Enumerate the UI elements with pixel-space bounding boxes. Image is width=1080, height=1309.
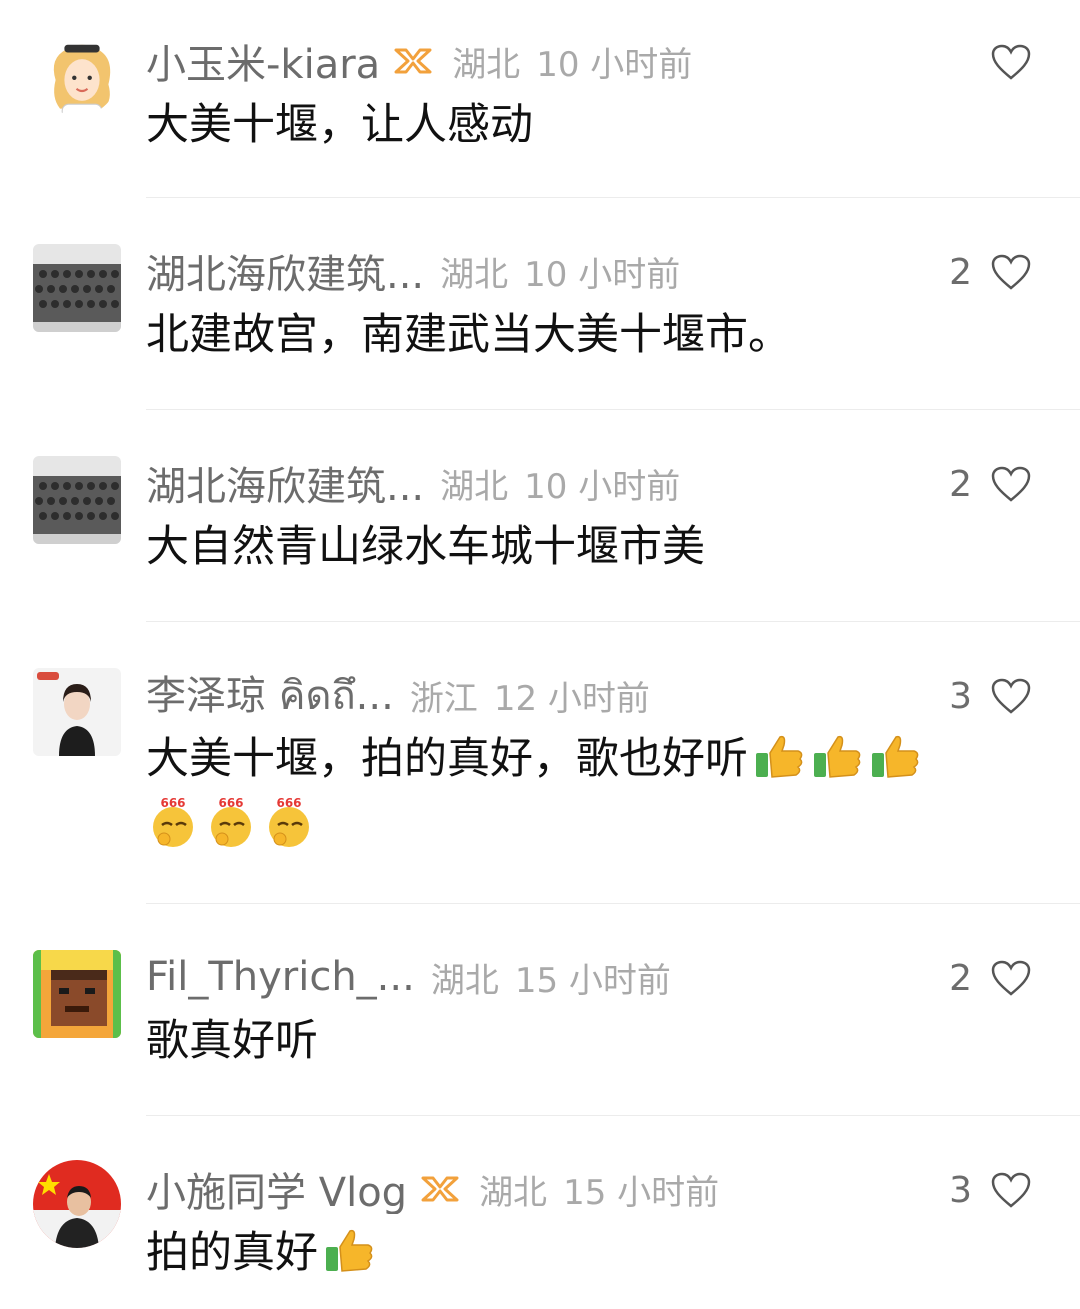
comment-text: 北建故宫，南建武当大美十堰市。 (146, 310, 791, 360)
pixel-art-avatar-icon (33, 950, 121, 1038)
like-count: 3 (949, 1169, 972, 1211)
location: 湖北 (440, 466, 509, 507)
like-count: 2 (949, 957, 972, 999)
666-label: 666 (218, 796, 243, 810)
username[interactable]: 湖北海欣建筑... (146, 458, 424, 508)
comment-meta: 小玉米-kiara 湖北 10 小时前 (146, 36, 930, 86)
like-count: 2 (949, 463, 972, 505)
thumbs-up-emoji (810, 729, 864, 783)
comment-meta: 小施同学 Vlog 湖北 15 小时前 (146, 1164, 930, 1214)
cartoon-girl-avatar-icon (38, 36, 118, 116)
comment-meta: 湖北海欣建筑... 湖北 10 小时前 (146, 246, 930, 296)
username[interactable]: Fil_Thyrich_... (146, 954, 415, 1000)
avatar[interactable] (33, 950, 121, 1038)
thumbs-up-emoji (322, 1223, 376, 1277)
group-photo-avatar-icon (33, 244, 121, 332)
heart-icon[interactable] (990, 677, 1032, 715)
comment-item: 湖北海欣建筑... 湖北 10 小时前 大自然青山绿水车城十堰市美 2 (0, 410, 1080, 622)
portrait-woman-avatar-icon (33, 668, 121, 756)
comment-text-body: 拍的真好 (146, 1228, 318, 1278)
comment-meta: 李泽琼 คิดถึ... 浙江 12 小时前 (146, 670, 930, 720)
like-button[interactable]: 2 (949, 956, 1032, 1000)
comment-item: 李泽琼 คิดถึ... 浙江 12 小时前 大美十堰，拍的真好，歌也好听 66… (0, 622, 1080, 904)
comment-text: 大自然青山绿水车城十堰市美 (146, 522, 705, 572)
comment-item: 小玉米-kiara 湖北 10 小时前 大美十堰，让人感动 (0, 0, 1080, 198)
comment-meta: 湖北海欣建筑... 湖北 10 小时前 (146, 458, 930, 508)
verified-badge-icon (421, 1176, 459, 1202)
666-label: 666 (276, 796, 301, 810)
thumbs-up-emoji (868, 729, 922, 783)
666-label: 666 (160, 796, 185, 810)
heart-icon[interactable] (990, 465, 1032, 503)
username[interactable]: 李泽琼 คิดถึ... (146, 670, 394, 720)
location: 湖北 (452, 44, 521, 85)
man-flag-avatar-icon (33, 1160, 121, 1248)
like-button[interactable]: 3 (949, 1168, 1032, 1212)
avatar[interactable] (33, 1160, 121, 1248)
like-button[interactable]: 2 (949, 462, 1032, 506)
comment-item: 湖北海欣建筑... 湖北 10 小时前 北建故宫，南建武当大美十堰市。 2 (0, 198, 1080, 410)
timestamp: 12 小时前 (493, 678, 650, 719)
comment-text: 歌真好听 (146, 1016, 318, 1066)
comment-meta: Fil_Thyrich_... 湖北 15 小时前 (146, 952, 930, 1002)
location: 湖北 (430, 960, 499, 1001)
verified-badge-icon (394, 48, 432, 74)
comment-item: 小施同学 Vlog 湖北 15 小时前 拍的真好 3 (0, 1116, 1080, 1309)
avatar[interactable] (33, 668, 121, 756)
location: 湖北 (479, 1172, 548, 1213)
666-emoji: 666 (146, 795, 200, 849)
comment-text: 拍的真好 (146, 1220, 1020, 1286)
group-photo-avatar-icon (33, 456, 121, 544)
avatar[interactable] (33, 244, 121, 332)
heart-icon[interactable] (990, 959, 1032, 997)
comment-item: Fil_Thyrich_... 湖北 15 小时前 歌真好听 2 (0, 904, 1080, 1116)
like-button[interactable]: 2 (949, 250, 1032, 294)
location: 浙江 (409, 678, 478, 719)
heart-icon[interactable] (990, 253, 1032, 291)
username[interactable]: 湖北海欣建筑... (146, 246, 424, 296)
timestamp: 10 小时前 (524, 254, 681, 295)
timestamp: 10 小时前 (524, 466, 681, 507)
avatar[interactable] (38, 36, 118, 116)
timestamp: 15 小时前 (514, 960, 671, 1001)
comment-text: 大美十堰，让人感动 (146, 100, 533, 150)
thumbs-up-emoji (752, 729, 806, 783)
like-count: 3 (949, 675, 972, 717)
heart-icon[interactable] (990, 43, 1032, 81)
comment-text: 大美十堰，拍的真好，歌也好听 666 666 666 (146, 726, 1020, 858)
comment-text-body: 大美十堰，拍的真好，歌也好听 (146, 734, 748, 784)
heart-icon[interactable] (990, 1171, 1032, 1209)
666-emoji: 666 (262, 795, 316, 849)
like-button[interactable] (972, 40, 1032, 84)
like-count: 2 (949, 251, 972, 293)
username[interactable]: 小施同学 Vlog (146, 1164, 407, 1214)
timestamp: 10 小时前 (536, 44, 693, 85)
like-button[interactable]: 3 (949, 674, 1032, 718)
avatar[interactable] (33, 456, 121, 544)
username[interactable]: 小玉米-kiara (146, 36, 380, 86)
location: 湖北 (440, 254, 509, 295)
666-emoji: 666 (204, 795, 258, 849)
timestamp: 15 小时前 (563, 1172, 720, 1213)
